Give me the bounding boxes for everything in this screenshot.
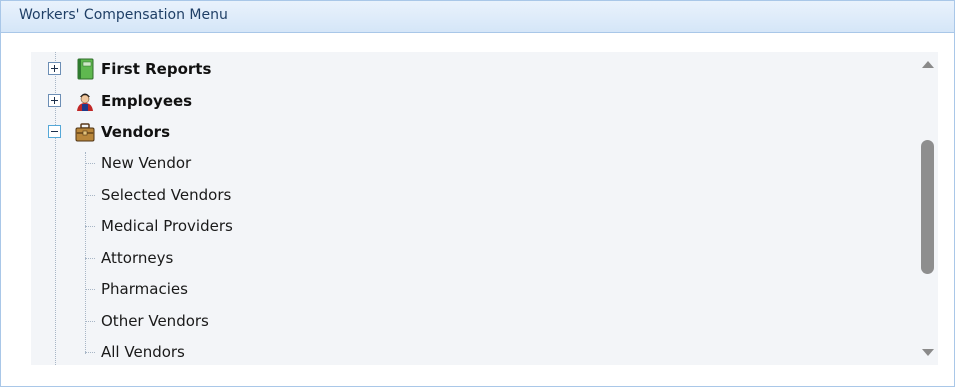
scrollbar-thumb[interactable] xyxy=(921,140,934,274)
panel-header: Workers' Compensation Menu xyxy=(1,1,954,33)
worker-person-icon xyxy=(77,93,93,111)
menu-item-label[interactable]: Pharmacies xyxy=(101,280,188,298)
menu-item-label[interactable]: Attorneys xyxy=(101,249,173,267)
tree-node-label[interactable]: First Reports xyxy=(101,60,211,78)
panel-title: Workers' Compensation Menu xyxy=(19,7,228,23)
collapse-vendors-button[interactable] xyxy=(48,125,61,138)
menu-tree: First Reports Employees Vendors New Vend… xyxy=(31,52,938,365)
expand-first-reports-button[interactable] xyxy=(48,62,61,75)
vertical-scrollbar[interactable] xyxy=(918,52,938,365)
green-book-icon xyxy=(77,58,94,80)
tree-node-label[interactable]: Employees xyxy=(101,92,192,110)
tree-node-label[interactable]: Vendors xyxy=(101,123,170,141)
workers-comp-menu-panel: Workers' Compensation Menu First Reports xyxy=(0,0,955,387)
briefcase-icon xyxy=(75,123,95,142)
menu-item-label[interactable]: Selected Vendors xyxy=(101,186,231,204)
menu-item-label[interactable]: Other Vendors xyxy=(101,312,209,330)
vendors-guide-line xyxy=(85,152,86,354)
menu-item-label[interactable]: New Vendor xyxy=(101,154,191,172)
expand-employees-button[interactable] xyxy=(48,94,61,107)
scroll-down-arrow-icon[interactable] xyxy=(922,349,934,356)
menu-item-label[interactable]: Medical Providers xyxy=(101,217,233,235)
scroll-up-arrow-icon[interactable] xyxy=(922,61,934,68)
menu-item-label[interactable]: All Vendors xyxy=(101,343,185,361)
